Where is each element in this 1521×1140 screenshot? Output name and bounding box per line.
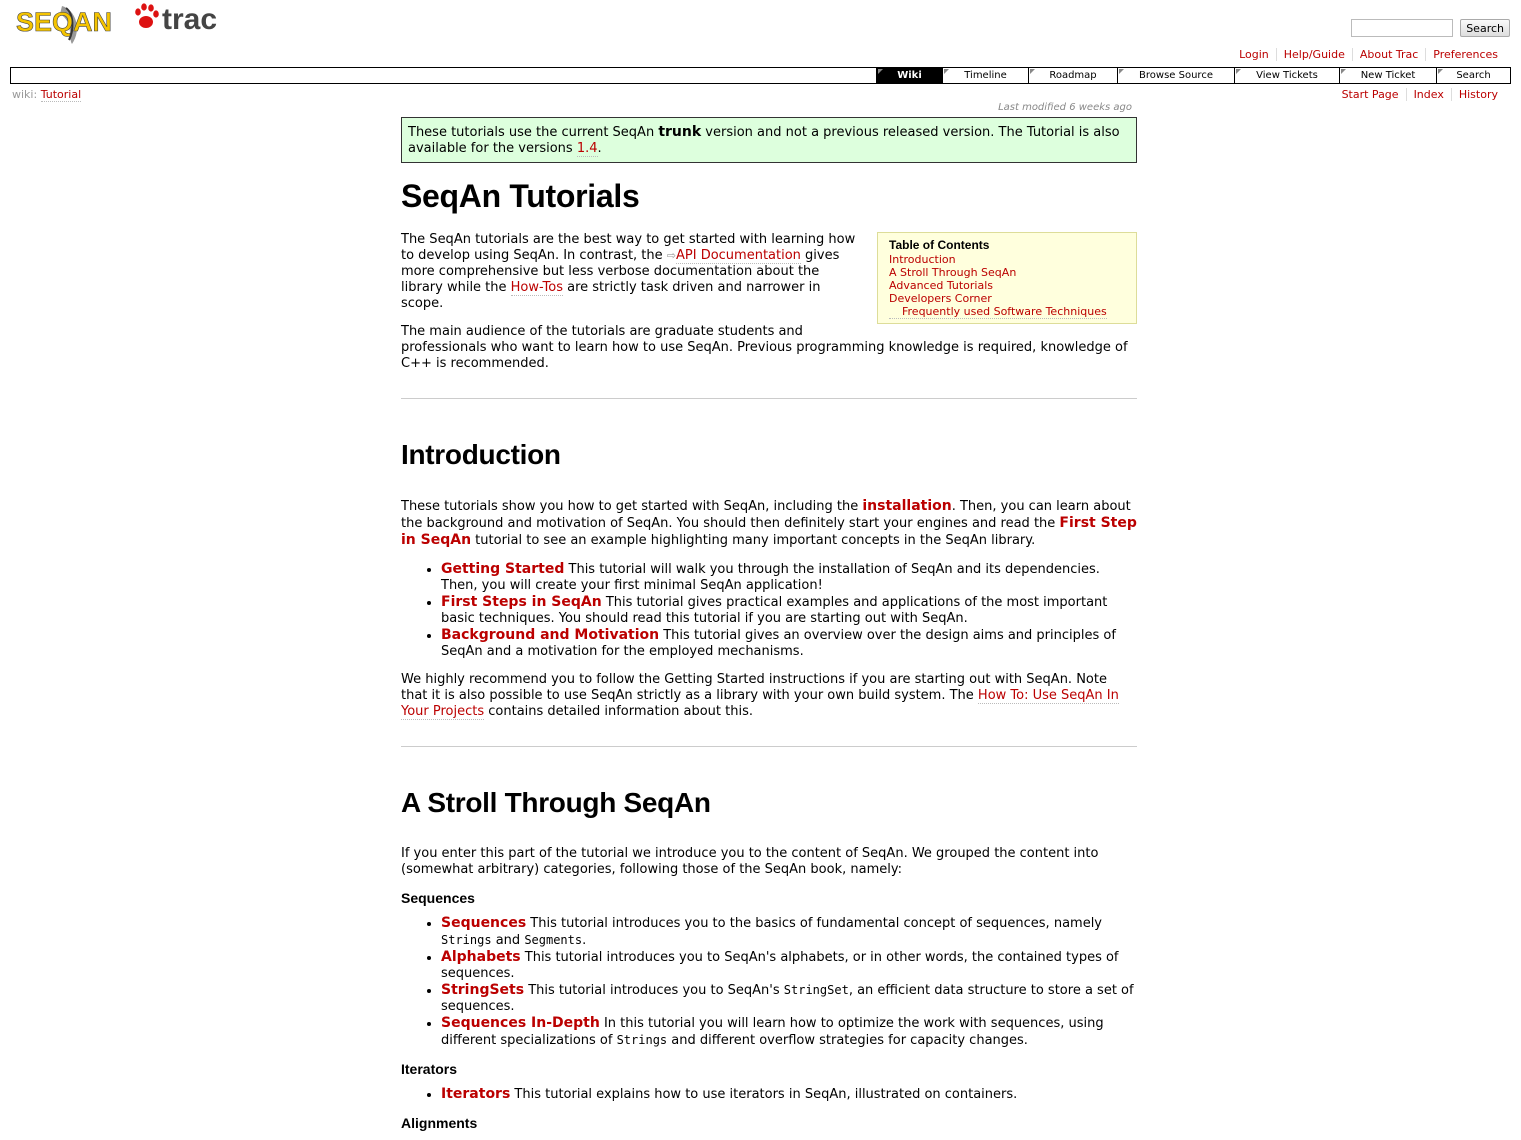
breadcrumb-tutorial-link[interactable]: Tutorial [40,88,82,102]
stringsets-link[interactable]: StringSets [441,982,524,998]
breadcrumb: wiki: Tutorial [12,88,82,102]
toc-developers-corner[interactable]: Developers Corner [889,292,1125,305]
intro-p2-text-b: contains detailed information about this… [484,704,754,719]
code-strings: Strings [441,933,492,947]
list-item-text: This tutorial introduces you to SeqAn's … [441,950,1119,981]
history-link[interactable]: History [1450,88,1505,101]
sequences-list: Sequences This tutorial introduces you t… [401,915,1137,1049]
breadcrumb-label: wiki: [12,88,38,101]
toc-software-techniques[interactable]: Frequently used Software Techniques [889,305,1107,319]
start-page-link[interactable]: Start Page [1335,88,1406,101]
divider [401,746,1137,747]
help-guide-link[interactable]: Help/Guide [1275,48,1352,61]
main-nav: Wiki Timeline Roadmap Browse Source View… [10,67,1511,84]
logo-seqan-text: SEQAN [16,7,112,37]
search-button[interactable]: Search [1460,19,1510,37]
list-item-text: and different overflow strategies for ca… [667,1033,1028,1048]
toc-stroll[interactable]: A Stroll Through SeqAn [889,266,1125,279]
tab-timeline[interactable]: Timeline [942,68,1028,83]
table-of-contents: Table of Contents Introduction A Stroll … [877,232,1137,324]
notice-text-3: . [597,141,602,156]
preferences-link[interactable]: Preferences [1425,48,1505,61]
list-item: Getting Started This tutorial will walk … [441,561,1137,594]
api-documentation-link[interactable]: API Documentation [676,248,801,264]
first-steps-link[interactable]: First Steps in SeqAn [441,594,602,610]
code-stringset: StringSet [783,983,849,997]
alignments-subheading: Alignments [401,1115,478,1131]
alphabets-link[interactable]: Alphabets [441,949,521,965]
installation-link[interactable]: installation [862,498,951,514]
stroll-paragraph: If you enter this part of the tutorial w… [401,846,1099,877]
list-item: First Steps in SeqAn This tutorial gives… [441,594,1137,627]
toc-title: Table of Contents [889,238,990,252]
tab-wiki[interactable]: Wiki [876,68,942,83]
introduction-heading: Introduction [401,439,561,470]
version-1-4-link[interactable]: 1.4 [576,141,598,157]
tab-roadmap[interactable]: Roadmap [1028,68,1117,83]
external-link-icon: ⇨ [666,249,676,262]
index-link[interactable]: Index [1405,88,1451,101]
intro-sec-text-a: These tutorials show you how to get star… [401,499,863,514]
list-item-text: This tutorial explains how to use iterat… [510,1087,1018,1102]
header-search: Search [1351,19,1510,37]
list-item: StringSets This tutorial introduces you … [441,982,1137,1015]
iterators-list: Iterators This tutorial explains how to … [401,1086,1137,1103]
iterators-subheading: Iterators [401,1061,458,1077]
notice-bold: trunk [658,124,702,140]
list-item: Iterators This tutorial explains how to … [441,1086,1137,1103]
toc-introduction[interactable]: Introduction [889,253,1125,266]
context-nav: Start Page Index History [1335,88,1505,101]
sequences-subheading: Sequences [401,890,475,906]
list-item-text: This tutorial introduces you to SeqAn's [524,983,784,998]
login-link[interactable]: Login [1232,48,1276,61]
wiki-content: Last modified 6 weeks ago These tutorial… [401,102,1137,1140]
list-item-text: This tutorial introduces you to the basi… [526,916,1102,931]
meta-nav: Login Help/Guide About Trac Preferences [1232,48,1505,61]
sequences-link[interactable]: Sequences [441,915,526,931]
list-item-text: . [582,933,587,948]
about-trac-link[interactable]: About Trac [1351,48,1425,61]
intro-paragraph-2: The main audience of the tutorials are g… [401,324,1128,371]
tab-browse-source[interactable]: Browse Source [1117,68,1234,83]
sequences-in-depth-link[interactable]: Sequences In-Depth [441,1015,600,1031]
last-modified: Last modified 6 weeks ago [998,102,1132,113]
tab-view-tickets[interactable]: View Tickets [1234,68,1339,83]
list-item: Alphabets This tutorial introduces you t… [441,949,1137,982]
background-motivation-link[interactable]: Background and Motivation [441,627,659,643]
divider [401,398,1137,399]
seqan-trac-logo[interactable]: SEQAN trac [14,0,229,48]
tab-new-ticket[interactable]: New Ticket [1339,68,1436,83]
tab-search[interactable]: Search [1436,68,1510,83]
how-tos-link[interactable]: How-Tos [510,280,563,296]
paw-icon [135,3,159,28]
introduction-list: Getting Started This tutorial will walk … [401,561,1137,660]
introduction-paragraph-2: We highly recommend you to follow the Ge… [401,672,1137,720]
page-title: SeqAn Tutorials [401,178,640,214]
list-item: Background and Motivation This tutorial … [441,627,1137,660]
toc-advanced[interactable]: Advanced Tutorials [889,279,1125,292]
code-strings: Strings [616,1033,668,1047]
list-item-text: and [491,933,525,948]
getting-started-link[interactable]: Getting Started [441,561,564,577]
logo-trac-text: trac [162,3,217,36]
notice-text: These tutorials use the current SeqAn [408,125,659,140]
introduction-paragraph-1: These tutorials show you how to get star… [401,498,1137,549]
iterators-link[interactable]: Iterators [441,1086,510,1102]
list-item: Sequences This tutorial introduces you t… [441,915,1137,949]
intro-sec-text-c: tutorial to see an example highlighting … [471,533,1036,548]
list-item: Sequences In-Depth In this tutorial you … [441,1015,1137,1049]
trunk-notice: These tutorials use the current SeqAn tr… [401,117,1137,163]
search-input[interactable] [1351,19,1454,37]
code-segments: Segments [524,933,583,947]
stroll-heading: A Stroll Through SeqAn [401,787,711,818]
